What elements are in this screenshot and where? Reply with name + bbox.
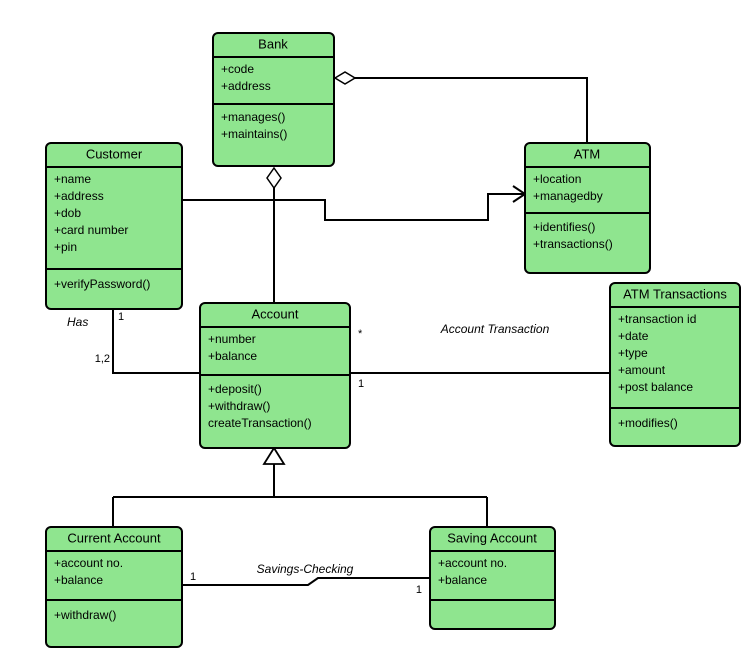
class-title: ATM <box>574 146 600 161</box>
rel-account-tx: Account Transaction * 1 <box>350 322 610 390</box>
svg-text:+maintains(): +maintains() <box>221 127 287 141</box>
mult-account-one: 1 <box>358 378 364 390</box>
svg-text:+withdraw(): +withdraw() <box>54 608 116 622</box>
rel-customer-atm <box>183 186 525 220</box>
svg-text:+managedby: +managedby <box>533 189 603 203</box>
class-account: Account +number +balance +deposit() +wit… <box>200 303 350 448</box>
class-title: Bank <box>258 36 288 51</box>
label-has: Has <box>67 315 88 329</box>
svg-text:+balance: +balance <box>438 573 487 587</box>
svg-text:+pin: +pin <box>54 240 77 254</box>
svg-text:+post balance: +post balance <box>618 380 693 394</box>
mult-account-star: * <box>358 328 363 340</box>
class-current-account: Current Account +account no. +balance +w… <box>46 527 182 647</box>
svg-text:+date: +date <box>618 329 649 343</box>
svg-text:+address: +address <box>54 189 104 203</box>
diamond-icon <box>267 168 281 188</box>
svg-text:+account no.: +account no. <box>54 556 123 570</box>
rel-bank-atm <box>335 72 587 143</box>
class-title: Saving Account <box>447 530 537 545</box>
label-savings-checking: Savings-Checking <box>257 562 354 576</box>
diamond-icon <box>335 72 355 84</box>
rel-generalization <box>113 448 487 527</box>
rel-savings-checking: Savings-Checking 1 1 <box>183 562 430 596</box>
rel-customer-account: Has 1 1,2 <box>67 309 200 373</box>
class-title: Customer <box>86 146 143 161</box>
svg-text:+identifies(): +identifies() <box>533 220 595 234</box>
svg-text:+manages(): +manages() <box>221 110 285 124</box>
label-acct-tx: Account Transaction <box>440 322 550 336</box>
svg-text:createTransaction(): createTransaction() <box>208 416 312 430</box>
svg-text:+type: +type <box>618 346 648 360</box>
class-customer: Customer +name +address +dob +card numbe… <box>46 143 182 309</box>
mult-saving: 1 <box>416 584 422 596</box>
svg-text:+account no.: +account no. <box>438 556 507 570</box>
svg-text:+dob: +dob <box>54 206 81 220</box>
class-title: Current Account <box>67 530 161 545</box>
svg-text:+modifies(): +modifies() <box>618 416 678 430</box>
svg-text:+location: +location <box>533 172 581 186</box>
svg-text:+deposit(): +deposit() <box>208 382 262 396</box>
svg-text:+transaction id: +transaction id <box>618 312 696 326</box>
triangle-icon <box>264 448 284 464</box>
svg-text:+withdraw(): +withdraw() <box>208 399 270 413</box>
mult-has-account: 1,2 <box>95 353 110 365</box>
svg-text:+transactions(): +transactions() <box>533 237 613 251</box>
mult-current: 1 <box>190 571 196 583</box>
svg-text:+amount: +amount <box>618 363 666 377</box>
uml-diagram: Has 1 1,2 Account Transaction * 1 Saving… <box>0 0 750 660</box>
class-bank: Bank +code +address +manages() +maintain… <box>213 33 334 166</box>
svg-text:+balance: +balance <box>208 349 257 363</box>
class-atm: ATM +location +managedby +identifies() +… <box>525 143 650 273</box>
class-title: ATM Transactions <box>623 286 727 301</box>
svg-text:+code: +code <box>221 62 254 76</box>
svg-text:+name: +name <box>54 172 91 186</box>
class-title: Account <box>252 306 299 321</box>
rel-bank-account <box>267 168 281 303</box>
class-atm-transactions: ATM Transactions +transaction id +date +… <box>610 283 740 446</box>
svg-text:+number: +number <box>208 332 256 346</box>
svg-text:+balance: +balance <box>54 573 103 587</box>
svg-text:+address: +address <box>221 79 271 93</box>
svg-text:+verifyPassword(): +verifyPassword() <box>54 277 150 291</box>
mult-has-customer: 1 <box>118 311 124 323</box>
class-saving-account: Saving Account +account no. +balance <box>430 527 555 629</box>
svg-text:+card number: +card number <box>54 223 128 237</box>
